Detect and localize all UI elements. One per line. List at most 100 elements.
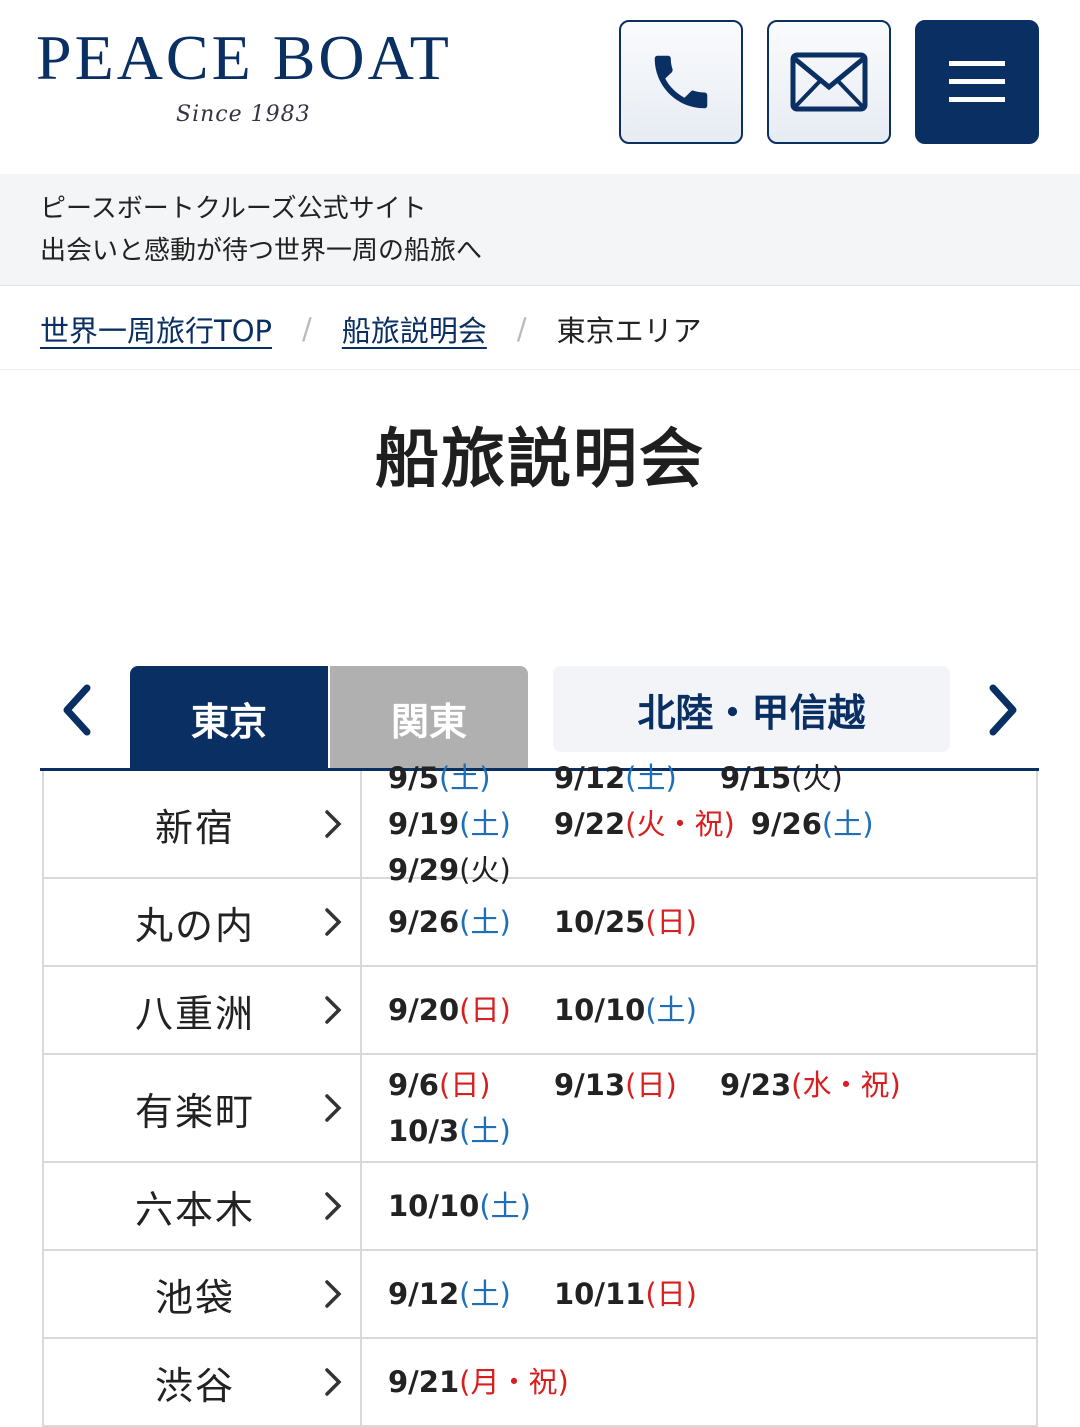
breadcrumb-separator: / bbox=[516, 311, 527, 346]
day-of-week: (土) bbox=[625, 761, 677, 795]
chevron-right-icon bbox=[325, 1280, 342, 1308]
page-title: 船旅説明会 bbox=[375, 423, 705, 497]
date-text: 9/6 bbox=[388, 1068, 439, 1102]
session-date[interactable]: 10/25(日) bbox=[554, 899, 704, 945]
location-name: 六本木 bbox=[134, 1187, 255, 1232]
chevron-left-icon bbox=[63, 684, 91, 736]
prev-tab-button[interactable] bbox=[46, 680, 106, 740]
session-date[interactable]: 10/10(土) bbox=[554, 987, 704, 1033]
day-of-week: (土) bbox=[459, 905, 511, 939]
menu-button[interactable] bbox=[915, 20, 1039, 144]
location-link[interactable]: 新宿 bbox=[44, 771, 362, 877]
date-text: 10/3 bbox=[388, 1114, 460, 1148]
date-text: 10/11 bbox=[554, 1277, 646, 1311]
day-of-week: (土) bbox=[459, 807, 511, 841]
schedule-row: 八重洲 9/20(日) 10/10(土) bbox=[44, 967, 1036, 1055]
session-date[interactable]: 9/21(月・祝) bbox=[388, 1359, 569, 1405]
location-name: 渋谷 bbox=[154, 1363, 235, 1408]
chevron-right-icon bbox=[325, 908, 342, 936]
location-link[interactable]: 池袋 bbox=[44, 1251, 362, 1337]
menu-icon bbox=[949, 61, 1005, 102]
schedule-row: 丸の内 9/26(土) 10/25(日) bbox=[44, 879, 1036, 967]
schedule-table: 新宿 9/5(土) 9/12(土) 9/15(火) 9/19(土) 9/22(火・祝) 9/… bbox=[42, 761, 1038, 1427]
session-date[interactable]: 9/12(土) bbox=[554, 755, 704, 801]
day-of-week: (火・祝) bbox=[625, 807, 735, 841]
date-text: 9/22 bbox=[554, 807, 626, 841]
date-text: 9/21 bbox=[388, 1365, 460, 1399]
day-of-week: (土) bbox=[459, 1114, 511, 1148]
date-text: 10/10 bbox=[388, 1189, 480, 1223]
date-list: 9/21(月・祝) bbox=[362, 1339, 1036, 1425]
schedule-row: 池袋 9/12(土) 10/11(日) bbox=[44, 1251, 1036, 1339]
location-link[interactable]: 丸の内 bbox=[44, 879, 362, 965]
session-date[interactable]: 9/22(火・祝) bbox=[554, 801, 735, 847]
location-name: 有楽町 bbox=[134, 1089, 255, 1134]
session-date[interactable]: 9/13(日) bbox=[554, 1062, 704, 1108]
tab-hokuriku-koshinetsu[interactable]: 北陸・甲信越 bbox=[553, 666, 950, 752]
session-date[interactable]: 10/10(土) bbox=[388, 1183, 538, 1229]
location-name: 丸の内 bbox=[134, 903, 255, 948]
session-date[interactable]: 9/12(土) bbox=[388, 1271, 538, 1317]
date-list: 9/5(土) 9/12(土) 9/15(火) 9/19(土) 9/22(火・祝) 9/26… bbox=[362, 761, 1036, 887]
date-text: 9/5 bbox=[388, 761, 439, 795]
date-list: 9/12(土) 10/11(日) bbox=[362, 1251, 1036, 1337]
date-text: 9/13 bbox=[554, 1068, 626, 1102]
date-list: 9/6(日) 9/13(日) 9/23(水・祝) 10/3(土) bbox=[362, 1055, 1036, 1161]
location-link[interactable]: 有楽町 bbox=[44, 1055, 362, 1161]
session-date[interactable]: 9/5(土) bbox=[388, 755, 538, 801]
date-text: 9/12 bbox=[554, 761, 626, 795]
tab-tokyo[interactable]: 東京 bbox=[130, 666, 328, 770]
site-tagline: ピースボートクルーズ公式サイト 出会いと感動が待つ世界一周の船旅へ bbox=[0, 174, 1080, 286]
location-link[interactable]: 八重洲 bbox=[44, 967, 362, 1053]
next-tab-button[interactable] bbox=[974, 680, 1034, 740]
session-date[interactable]: 9/26(土) bbox=[388, 899, 538, 945]
day-of-week: (日) bbox=[645, 905, 697, 939]
location-link[interactable]: 六本木 bbox=[44, 1163, 362, 1249]
area-tabs: 東京 関東 北陸・甲信越 bbox=[0, 666, 1080, 770]
site-header: PEACE BOAT Since 1983 bbox=[0, 0, 1080, 172]
location-name: 池袋 bbox=[154, 1275, 235, 1320]
logo-since: Since 1983 bbox=[176, 102, 311, 127]
chevron-right-icon bbox=[325, 1368, 342, 1396]
day-of-week: (土) bbox=[821, 807, 874, 841]
breadcrumb-link-top[interactable]: 世界一周旅行TOP bbox=[40, 308, 272, 350]
session-date[interactable]: 10/3(土) bbox=[388, 1108, 538, 1154]
phone-icon bbox=[654, 55, 708, 109]
session-date[interactable]: 9/19(土) bbox=[388, 801, 538, 847]
day-of-week: (日) bbox=[625, 1068, 677, 1102]
chevron-right-icon bbox=[989, 684, 1017, 736]
session-date[interactable]: 10/11(日) bbox=[554, 1271, 704, 1317]
session-date[interactable]: 9/20(日) bbox=[388, 987, 538, 1033]
mail-icon bbox=[790, 52, 868, 112]
tagline-line-2: 出会いと感動が待つ世界一周の船旅へ bbox=[40, 236, 483, 266]
schedule-row: 新宿 9/5(土) 9/12(土) 9/15(火) 9/19(土) 9/22(火・祝) 9/… bbox=[44, 761, 1036, 887]
date-text: 9/23 bbox=[720, 1068, 792, 1102]
day-of-week: (日) bbox=[459, 993, 511, 1027]
date-text: 9/26 bbox=[750, 807, 822, 841]
date-text: 9/15 bbox=[720, 761, 792, 795]
date-list: 10/10(土) bbox=[362, 1163, 1036, 1249]
session-date[interactable]: 9/26(土) bbox=[751, 801, 901, 847]
day-of-week: (土) bbox=[479, 1189, 531, 1223]
session-date[interactable]: 9/6(日) bbox=[388, 1062, 538, 1108]
chevron-right-icon bbox=[325, 1192, 342, 1220]
day-of-week: (日) bbox=[438, 1068, 491, 1102]
date-text: 9/20 bbox=[388, 993, 460, 1027]
day-of-week: (日) bbox=[645, 1277, 697, 1311]
phone-button[interactable] bbox=[619, 20, 743, 144]
date-text: 9/12 bbox=[388, 1277, 460, 1311]
day-of-week: (火) bbox=[791, 761, 843, 795]
date-list: 9/20(日) 10/10(土) bbox=[362, 967, 1036, 1053]
logo[interactable]: PEACE BOAT Since 1983 bbox=[36, 22, 452, 127]
schedule-row: 渋谷 9/21(月・祝) bbox=[44, 1339, 1036, 1427]
session-date[interactable]: 9/15(火) bbox=[720, 755, 870, 801]
chevron-right-icon bbox=[325, 810, 342, 838]
breadcrumb-link-seminar[interactable]: 船旅説明会 bbox=[342, 308, 487, 350]
date-text: 10/25 bbox=[554, 905, 646, 939]
date-list: 9/26(土) 10/25(日) bbox=[362, 879, 1036, 965]
mail-button[interactable] bbox=[767, 20, 891, 144]
location-link[interactable]: 渋谷 bbox=[44, 1339, 362, 1425]
date-text: 10/10 bbox=[554, 993, 646, 1027]
session-date[interactable]: 9/23(水・祝) bbox=[720, 1062, 901, 1108]
logo-text: PEACE BOAT bbox=[36, 22, 452, 93]
